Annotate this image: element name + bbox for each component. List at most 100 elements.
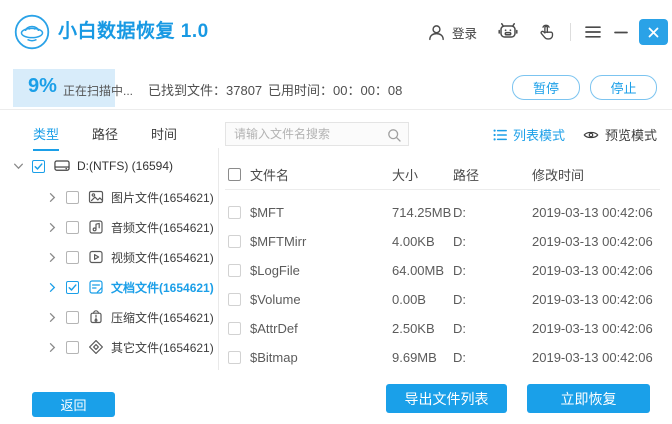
cell-filename: $AttrDef — [250, 321, 298, 336]
tree-item-label: 视频文件(1654621) — [111, 250, 214, 265]
table-row[interactable]: $LogFile 64.00MB D: 2019-03-13 00:42:06 — [225, 256, 660, 285]
archive-files-checkbox[interactable] — [66, 310, 79, 324]
tree-item-label: 图片文件(1654621) — [111, 190, 214, 205]
document-file-icon — [88, 279, 104, 295]
table-row[interactable]: $MFTMirr 4.00KB D: 2019-03-13 00:42:06 — [225, 227, 660, 256]
drive-checkbox[interactable] — [32, 159, 45, 173]
video-files-checkbox[interactable] — [66, 250, 79, 264]
cell-path: D: — [453, 350, 466, 365]
column-header-mtime[interactable]: 修改时间 — [532, 165, 660, 184]
cell-mtime: 2019-03-13 00:42:06 — [532, 321, 653, 336]
list-mode-icon — [493, 129, 507, 140]
row-checkbox[interactable] — [228, 235, 241, 248]
table-row[interactable]: $MFT 714.25MB D: 2019-03-13 00:42:06 — [225, 198, 660, 227]
sidebar-tabs: 类型 路径 时间 — [33, 124, 177, 151]
row-checkbox[interactable] — [228, 264, 241, 277]
menu-icon[interactable] — [585, 25, 601, 39]
scan-progress-bar: 9% 正在扫描中... 已找到文件：37807 已用时间：00：00：08 暂停… — [0, 64, 672, 110]
tree-item-image-files[interactable]: 图片文件(1654621) — [13, 182, 215, 212]
chevron-down-icon[interactable] — [13, 161, 24, 172]
tree-item-other-files[interactable]: 其它文件(1654621) — [13, 332, 215, 362]
sidebar: 类型 路径 时间 D:(NTFS) (16594) 图片文件(1654621) … — [13, 118, 215, 378]
row-checkbox[interactable] — [228, 206, 241, 219]
select-all-checkbox[interactable] — [228, 168, 241, 181]
table-row[interactable]: $Bitmap 9.69MB D: 2019-03-13 00:42:06 — [225, 343, 660, 372]
app-window: 小白数据恢复 1.0 登录 9% 正在扫描中... 已找到文件：37807 已用… — [0, 0, 672, 424]
tree-item-archive-files[interactable]: 压缩文件(1654621) — [13, 302, 215, 332]
app-logo-icon — [14, 14, 50, 50]
column-header-filename[interactable]: 文件名 — [250, 165, 392, 184]
cell-mtime: 2019-03-13 00:42:06 — [532, 234, 653, 249]
cell-path: D: — [453, 292, 466, 307]
cell-size: 4.00KB — [392, 234, 435, 249]
image-file-icon — [88, 189, 104, 205]
view-mode-toggle: 列表模式 预览模式 — [493, 125, 657, 144]
tree-item-label: D:(NTFS) (16594) — [77, 159, 174, 173]
cell-mtime: 2019-03-13 00:42:06 — [532, 263, 653, 278]
search-icon[interactable] — [387, 128, 401, 142]
panel-divider — [218, 148, 219, 370]
column-header-size[interactable]: 大小 — [392, 165, 453, 184]
cell-size: 64.00MB — [392, 263, 445, 278]
tab-type[interactable]: 类型 — [33, 124, 60, 151]
file-type-tree: D:(NTFS) (16594) 图片文件(1654621) 音频文件(1654… — [13, 150, 215, 362]
files-found-text: 已找到文件：37807 — [148, 83, 263, 98]
tree-item-label: 压缩文件(1654621) — [111, 310, 214, 325]
pause-button[interactable]: 暂停 — [512, 75, 580, 100]
login-button[interactable]: 登录 — [452, 23, 477, 42]
stop-button[interactable]: 停止 — [590, 75, 657, 100]
tree-item-label: 文档文件(1654621) — [111, 280, 214, 295]
back-button[interactable]: 返回 — [32, 392, 115, 417]
chevron-right-icon[interactable] — [47, 252, 58, 263]
chevron-right-icon[interactable] — [47, 282, 58, 293]
chevron-right-icon[interactable] — [47, 342, 58, 353]
document-files-checkbox[interactable] — [66, 280, 79, 294]
cell-mtime: 2019-03-13 00:42:06 — [532, 350, 653, 365]
table-row[interactable]: $Volume 0.00B D: 2019-03-13 00:42:06 — [225, 285, 660, 314]
tab-time[interactable]: 时间 — [151, 124, 177, 151]
hand-click-icon[interactable] — [537, 23, 556, 42]
row-checkbox[interactable] — [228, 351, 241, 364]
export-file-list-button[interactable]: 导出文件列表 — [386, 384, 507, 413]
video-file-icon — [88, 249, 104, 265]
close-icon[interactable] — [639, 19, 668, 45]
chevron-right-icon[interactable] — [47, 222, 58, 233]
row-checkbox[interactable] — [228, 322, 241, 335]
eye-icon — [583, 131, 599, 138]
archive-file-icon — [88, 309, 104, 325]
search-input[interactable] — [226, 123, 408, 145]
app-title: 小白数据恢复 1.0 — [58, 21, 209, 42]
list-mode-button[interactable]: 列表模式 — [493, 125, 565, 144]
other-files-checkbox[interactable] — [66, 340, 79, 354]
chevron-right-icon[interactable] — [47, 192, 58, 203]
table-row[interactable]: $AttrDef 2.50KB D: 2019-03-13 00:42:06 — [225, 314, 660, 343]
cell-size: 2.50KB — [392, 321, 435, 336]
table-header: 文件名 大小 路径 修改时间 — [225, 160, 660, 190]
audio-file-icon — [88, 219, 104, 235]
audio-files-checkbox[interactable] — [66, 220, 79, 234]
tree-item-video-files[interactable]: 视频文件(1654621) — [13, 242, 215, 272]
robot-support-icon[interactable] — [497, 21, 519, 43]
tree-item-label: 其它文件(1654621) — [111, 340, 214, 355]
drive-icon — [54, 158, 70, 174]
chevron-right-icon[interactable] — [47, 312, 58, 323]
cell-filename: $MFT — [250, 205, 284, 220]
tree-item-drive[interactable]: D:(NTFS) (16594) — [13, 150, 215, 182]
column-header-path[interactable]: 路径 — [453, 165, 532, 184]
row-checkbox[interactable] — [228, 293, 241, 306]
preview-mode-button[interactable]: 预览模式 — [583, 125, 657, 144]
cell-filename: $Bitmap — [250, 350, 298, 365]
cell-path: D: — [453, 205, 466, 220]
tab-path[interactable]: 路径 — [92, 124, 118, 151]
elapsed-time-text: 已用时间：00：00：08 — [268, 83, 403, 98]
tree-item-document-files[interactable]: 文档文件(1654621) — [13, 272, 215, 302]
minimize-icon[interactable] — [614, 25, 628, 39]
image-files-checkbox[interactable] — [66, 190, 79, 204]
cell-mtime: 2019-03-13 00:42:06 — [532, 292, 653, 307]
recover-now-button[interactable]: 立即恢复 — [527, 384, 650, 413]
file-table: $MFT 714.25MB D: 2019-03-13 00:42:06 $MF… — [225, 198, 660, 372]
user-icon[interactable] — [427, 23, 446, 42]
tree-item-audio-files[interactable]: 音频文件(1654621) — [13, 212, 215, 242]
titlebar-actions: 登录 — [427, 0, 668, 64]
cell-path: D: — [453, 234, 466, 249]
